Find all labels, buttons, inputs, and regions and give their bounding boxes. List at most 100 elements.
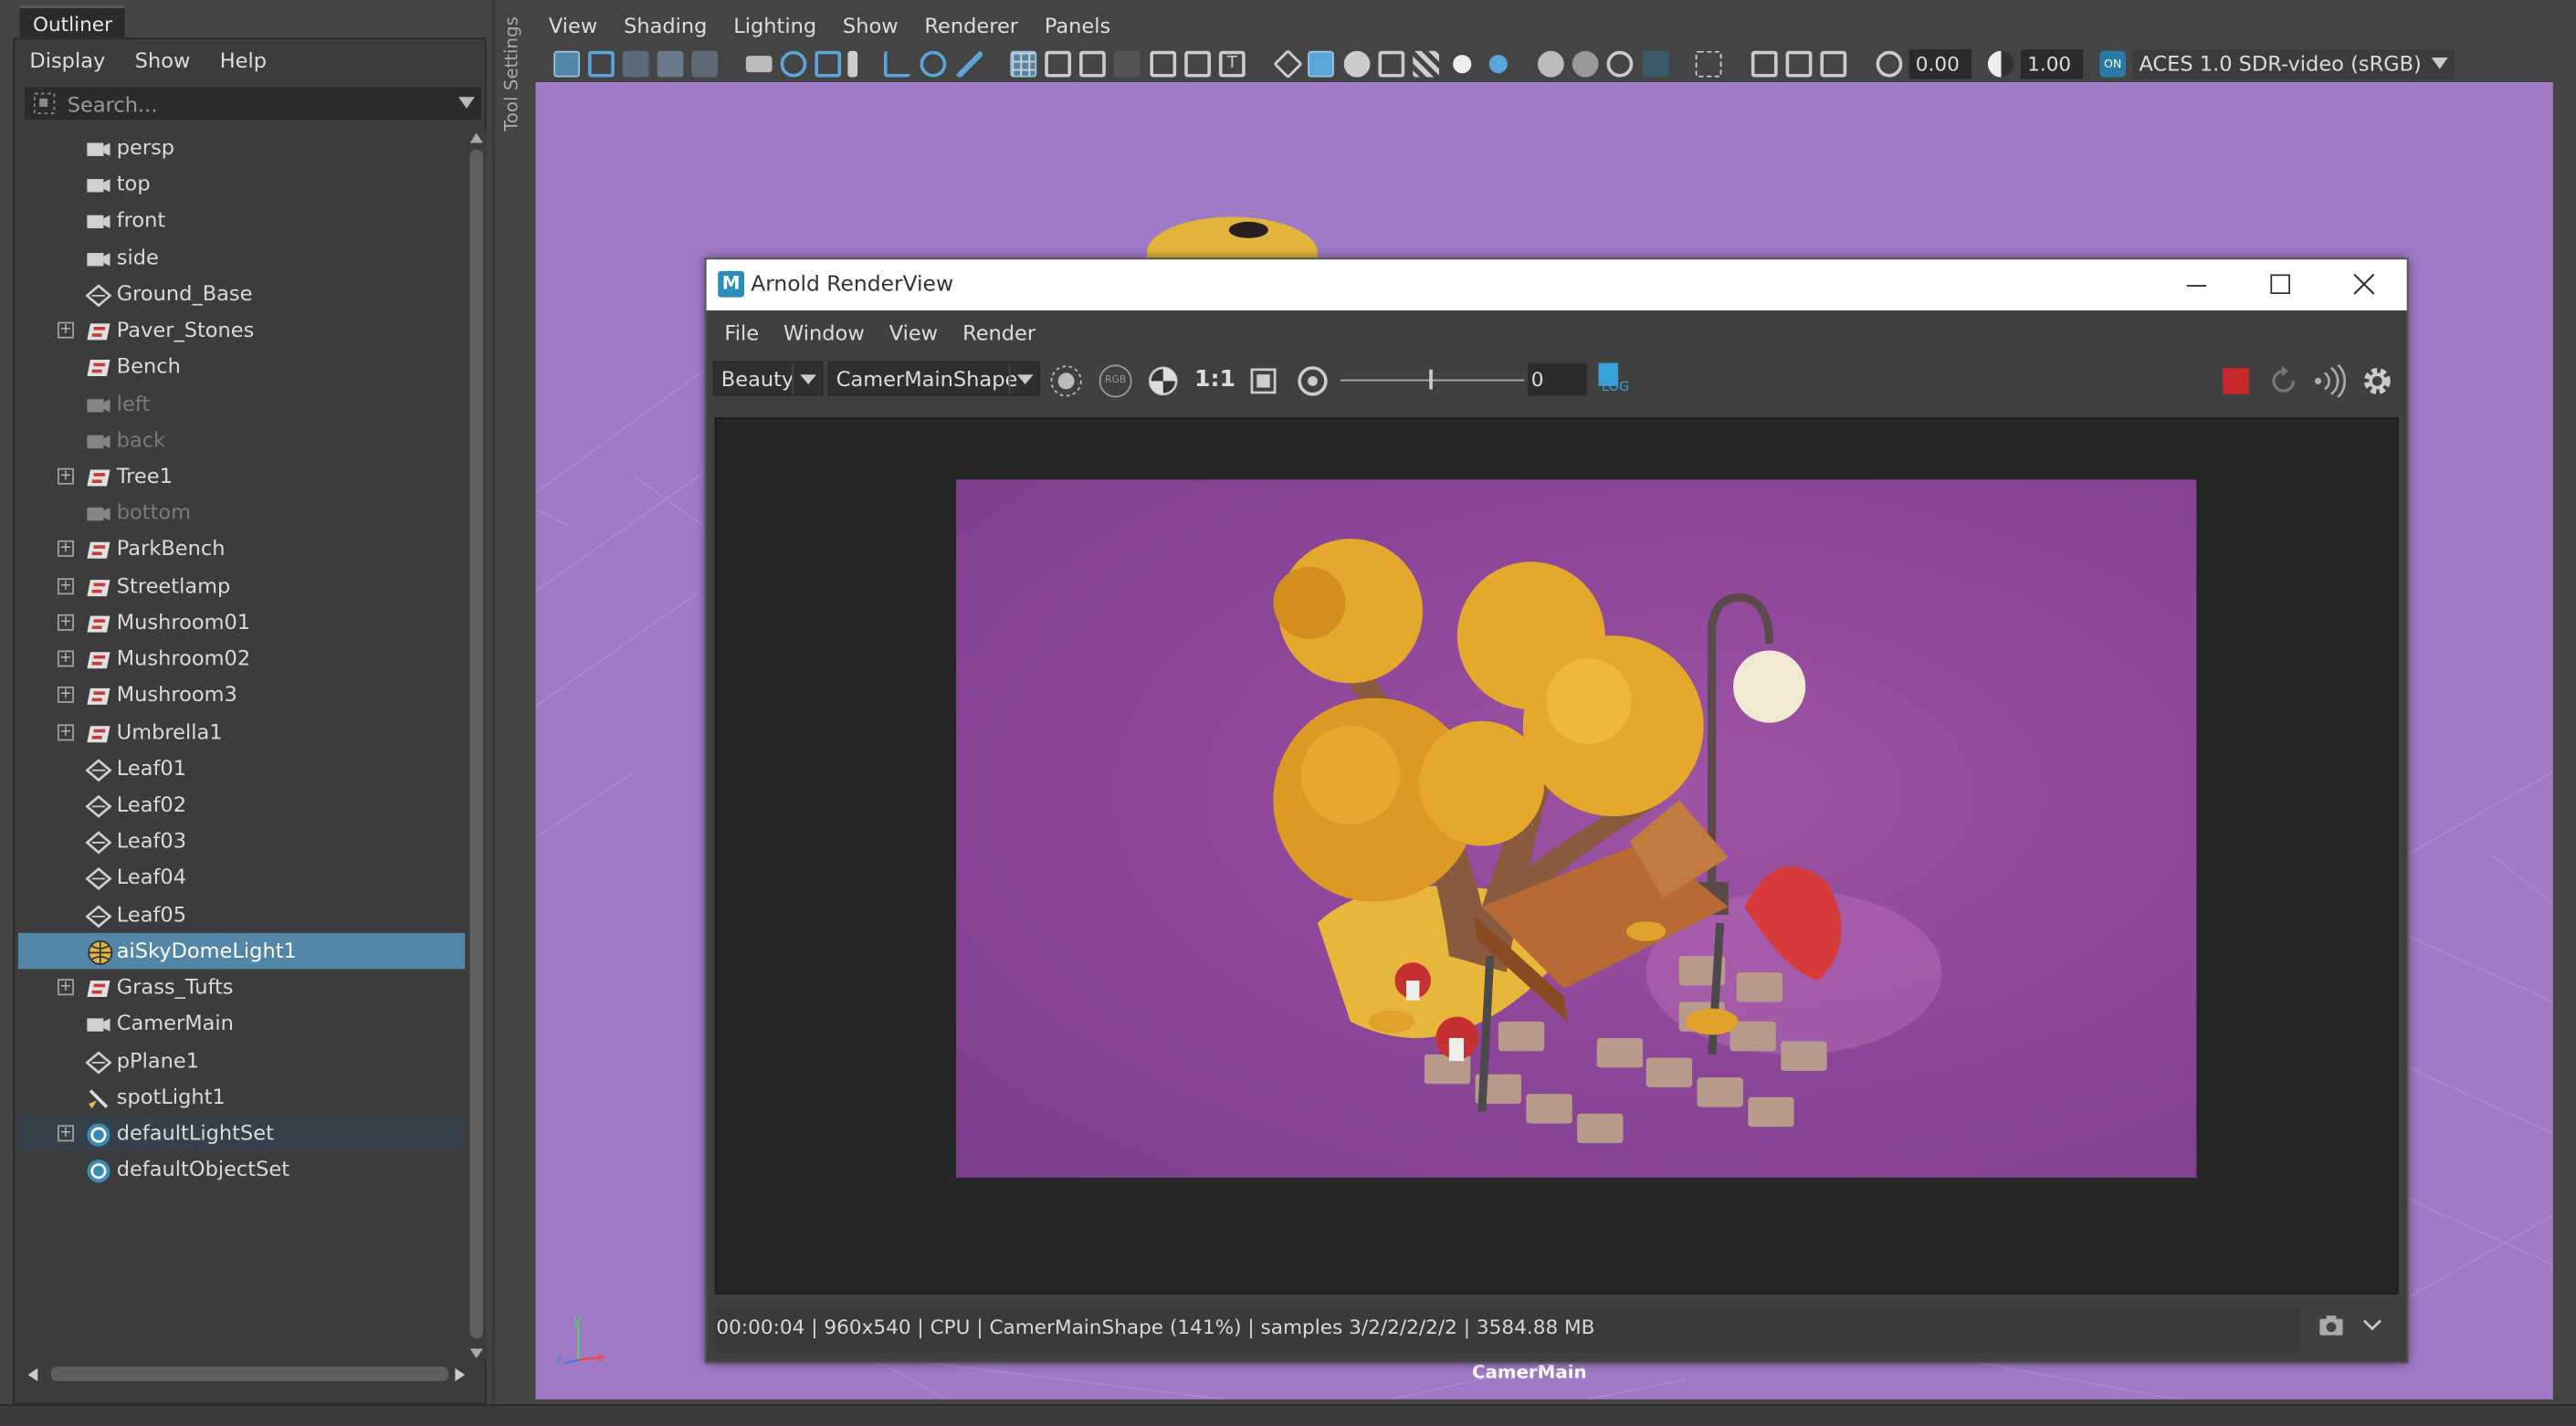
view-transform-dropdown[interactable]: ACES 1.0 SDR-video (sRGB): [2132, 48, 2455, 79]
expand-icon[interactable]: +: [57, 979, 74, 996]
outliner-item-side[interactable]: side: [18, 239, 465, 276]
refresh-render-icon[interactable]: [2267, 364, 2300, 397]
textured-icon[interactable]: [1413, 50, 1440, 78]
exposure-reset-icon[interactable]: [1876, 50, 1903, 78]
outliner-hscroll-thumb[interactable]: [50, 1366, 449, 1382]
bookmark-icon[interactable]: [622, 50, 649, 78]
expand-icon[interactable]: +: [57, 577, 74, 594]
outliner-item-left[interactable]: left: [18, 385, 465, 422]
field-chart-icon[interactable]: [1150, 50, 1177, 78]
render-canvas[interactable]: [714, 416, 2399, 1295]
search-dropdown-icon[interactable]: [457, 97, 475, 110]
outliner-search-input[interactable]: [67, 89, 462, 119]
scroll-right-icon[interactable]: [455, 1368, 466, 1382]
camera-attributes-icon[interactable]: [588, 50, 615, 78]
renderview-titlebar[interactable]: M Arnold RenderView: [706, 259, 2407, 311]
image-plane-icon[interactable]: [657, 50, 684, 78]
outliner-item-paver-stones[interactable]: + Paver_Stones: [18, 312, 465, 349]
viewport-menu-panels[interactable]: Panels: [1028, 0, 1110, 49]
minimize-icon[interactable]: [2185, 274, 2208, 297]
outliner-item-leaf03[interactable]: Leaf03: [18, 823, 465, 860]
viewport-menu-show[interactable]: Show: [826, 0, 899, 49]
viewport-menu-view[interactable]: View: [532, 0, 597, 49]
xray-active-icon[interactable]: [1785, 50, 1813, 78]
outliner-item-back[interactable]: back: [18, 422, 465, 458]
tool-settings-strip[interactable]: [492, 0, 530, 1410]
film-gate-icon[interactable]: [815, 50, 842, 78]
bookmark-flag-icon[interactable]: [847, 50, 858, 78]
outliner-item-defaultobjectset[interactable]: defaultObjectSet: [18, 1151, 465, 1188]
crop-region-icon[interactable]: [1048, 363, 1085, 400]
color-correct-icon[interactable]: [1147, 364, 1180, 397]
outliner-item-leaf05[interactable]: Leaf05: [18, 896, 465, 933]
renderview-menu-file[interactable]: File: [707, 310, 759, 353]
viewport-menu-renderer[interactable]: Renderer: [908, 0, 1018, 49]
outliner-item-persp[interactable]: persp: [18, 130, 465, 166]
smooth-shade-icon[interactable]: [1308, 50, 1334, 78]
outliner-item-grass-tufts[interactable]: + Grass_Tufts: [18, 970, 465, 1006]
shutter-icon[interactable]: [1296, 364, 1329, 397]
xray-icon[interactable]: [1751, 50, 1778, 78]
renderview-menu-view[interactable]: View: [871, 310, 938, 353]
scroll-up-icon[interactable]: [469, 132, 483, 143]
renderview-menu-window[interactable]: Window: [765, 310, 865, 353]
motion-blur-icon[interactable]: [1572, 50, 1599, 78]
outliner-item-streetlamp[interactable]: + Streetlamp: [18, 568, 465, 604]
gamma-field[interactable]: 1.00: [2020, 48, 2084, 79]
camera-dropdown[interactable]: CamerMainShape: [827, 361, 1040, 396]
expand-icon[interactable]: +: [57, 467, 74, 485]
color-management-icon[interactable]: ON: [2099, 50, 2127, 78]
resolution-gate-icon[interactable]: [1079, 50, 1106, 78]
gamma-reset-icon[interactable]: [1987, 50, 2014, 78]
ambient-occlusion-icon[interactable]: [1537, 50, 1564, 78]
viewport-menu-lighting[interactable]: Lighting: [717, 0, 816, 49]
outliner-item-aiskydomelight1[interactable]: aiSkyDomeLight1: [17, 932, 466, 970]
expand-icon[interactable]: +: [57, 650, 74, 667]
shade-wireframe-icon[interactable]: [1343, 50, 1371, 78]
gear-icon[interactable]: [2360, 364, 2393, 397]
frame-all-icon[interactable]: [1247, 364, 1280, 397]
stop-render-icon[interactable]: [2223, 368, 2249, 394]
outliner-item-leaf02[interactable]: Leaf02: [18, 787, 465, 823]
outliner-item-leaf01[interactable]: Leaf01: [18, 750, 465, 787]
outliner-item-leaf04[interactable]: Leaf04: [18, 860, 465, 896]
outliner-item-spotlight1[interactable]: spotLight1: [18, 1079, 465, 1116]
camera-icon[interactable]: [745, 56, 773, 73]
ipr-broadcast-icon[interactable]: [2311, 364, 2348, 398]
scroll-down-icon[interactable]: [469, 1348, 483, 1358]
tool-settings-label[interactable]: Tool Settings: [501, 16, 524, 148]
renderview-menu-render[interactable]: Render: [944, 310, 1036, 353]
outliner-item-tree1[interactable]: + Tree1: [18, 458, 465, 495]
select-camera-icon[interactable]: [553, 50, 581, 78]
exposure-field[interactable]: 0.00: [1908, 48, 1971, 79]
outliner-item-top[interactable]: top: [18, 166, 465, 203]
safe-action-icon[interactable]: [1184, 50, 1211, 78]
outliner-item-ground-base[interactable]: Ground_Base: [18, 276, 465, 312]
viewport-menu-shading[interactable]: Shading: [607, 0, 707, 49]
wireframe-icon[interactable]: [1273, 48, 1303, 79]
log-icon[interactable]: LOG: [1598, 362, 1635, 400]
outliner-scroll-thumb[interactable]: [469, 149, 483, 1339]
grid-icon[interactable]: [1010, 50, 1037, 78]
rgb-channel-icon[interactable]: RGB: [1099, 364, 1132, 398]
expand-icon[interactable]: +: [57, 321, 74, 339]
outliner-item-camermain[interactable]: CamerMain: [18, 1006, 465, 1043]
outliner-item-pplane1[interactable]: pPlane1: [18, 1043, 465, 1079]
default-material-icon[interactable]: [1378, 50, 1405, 78]
expand-icon[interactable]: +: [57, 687, 74, 704]
outliner-item-front[interactable]: front: [18, 203, 465, 239]
outliner-item-bench[interactable]: Bench: [18, 349, 465, 385]
expand-icon[interactable]: +: [57, 613, 74, 631]
maximize-icon[interactable]: [2269, 273, 2292, 296]
outliner-item-umbrella1[interactable]: + Umbrella1: [18, 714, 465, 750]
aov-dropdown[interactable]: Beauty: [712, 361, 824, 396]
outliner-menu-show[interactable]: Show: [120, 39, 205, 82]
outliner-tab[interactable]: Outliner: [19, 5, 126, 38]
expand-icon[interactable]: +: [57, 1125, 74, 1142]
isolate-select-icon[interactable]: [1695, 50, 1722, 78]
outliner-vertical-scrollbar[interactable]: [466, 130, 487, 1362]
outliner-horizontal-scrollbar[interactable]: [25, 1363, 466, 1386]
scroll-left-icon[interactable]: [27, 1368, 38, 1382]
filter-icon[interactable]: [31, 90, 58, 117]
exposure-slider-handle[interactable]: [1429, 369, 1433, 390]
